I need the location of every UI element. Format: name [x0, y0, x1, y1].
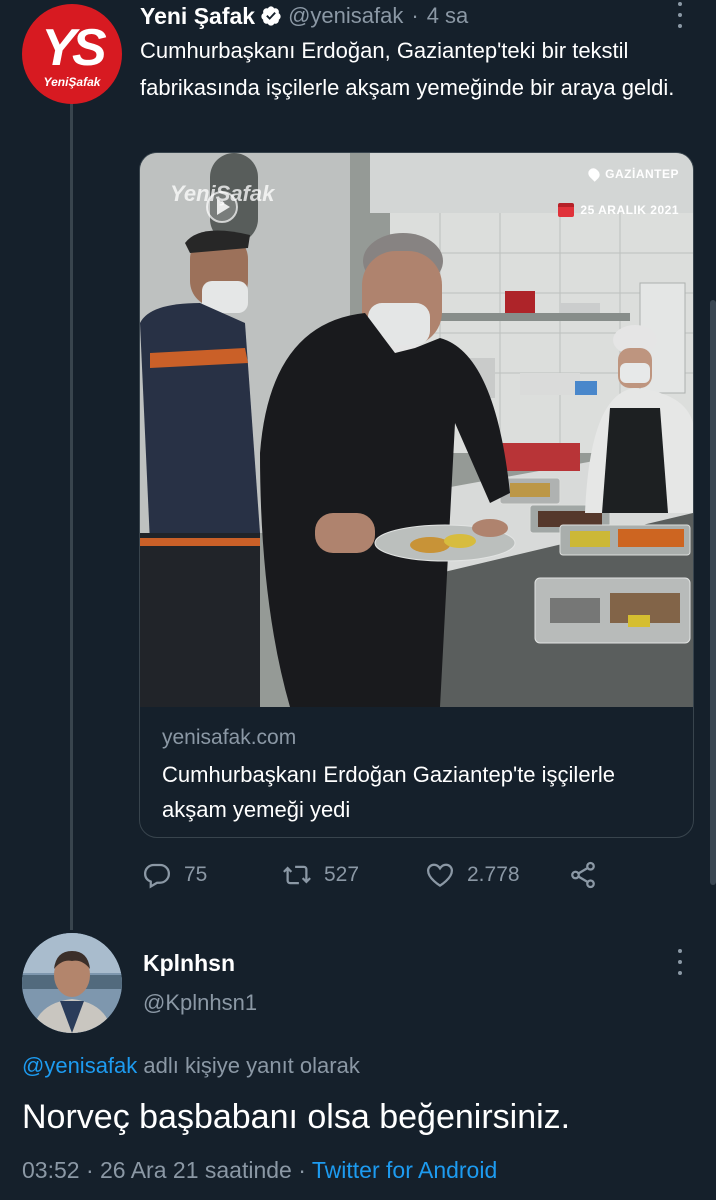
avatar-photo [22, 933, 122, 1033]
reply-button[interactable]: 75 [142, 858, 207, 892]
link-card[interactable]: YeniŞafak GAZİANTEP 25 ARALIK 2021 yenis… [139, 152, 694, 838]
share-button[interactable] [568, 858, 598, 892]
replying-to: @yenisafak adlı kişiye yanıt olarak [22, 1053, 360, 1079]
share-icon [571, 861, 595, 889]
date-badge: 25 ARALIK 2021 [558, 203, 679, 217]
avatar-logo-text: YS [41, 19, 106, 77]
card-domain: yenisafak.com [162, 726, 297, 749]
verified-badge-icon [261, 6, 281, 26]
reply-meta: 03:52 · 26 Ara 21 saatinde · Twitter for… [22, 1157, 497, 1184]
tweet-text: Cumhurbaşkanı Erdoğan, Gaziantep'teki bi… [140, 38, 675, 100]
calendar-icon [558, 203, 575, 217]
retweet-count: 527 [324, 863, 360, 886]
heart-icon [426, 863, 454, 887]
reply-time[interactable]: 03:52 [22, 1157, 80, 1183]
video-scene-illustration [140, 153, 693, 707]
tweet-time[interactable]: 4 sa [427, 3, 469, 29]
avatar-logo-subtext: YeniŞafak [43, 75, 101, 89]
tweet-header: Yeni Şafak @yenisafak · 4 sa [140, 2, 468, 30]
card-video-thumbnail[interactable]: YeniŞafak GAZİANTEP 25 ARALIK 2021 [140, 153, 693, 707]
avatar[interactable]: YS YeniŞafak [22, 4, 122, 104]
client-link[interactable]: Twitter for Android [312, 1157, 497, 1183]
meta-separator-2: · [298, 1157, 306, 1183]
reply-count: 75 [184, 863, 208, 886]
thread-connector-line [70, 100, 73, 930]
reply-author-handle[interactable]: @Kplnhsn1 [143, 990, 257, 1016]
location-pin-icon [586, 166, 602, 182]
tweet-actions: 75 527 2.778 [140, 858, 620, 892]
reply-more-options-icon[interactable] [676, 949, 684, 975]
reply-date[interactable]: 26 Ara 21 saatinde [100, 1157, 292, 1183]
reply-author-name[interactable]: Kplnhsn [143, 950, 235, 977]
location-badge: GAZİANTEP [586, 166, 679, 182]
reply-prefix-text: adlı kişiye yanıt olarak [137, 1053, 360, 1078]
scrollbar[interactable] [710, 300, 716, 885]
retweet-button[interactable]: 527 [282, 858, 359, 892]
reply-text: Norveç başbabanı olsa beğenirsiniz. [22, 1098, 571, 1136]
reply-icon [143, 863, 171, 889]
meta-separator: · [85, 1157, 94, 1183]
date-badge-text: 25 ARALIK 2021 [580, 203, 679, 217]
reply-mention-link[interactable]: @yenisafak [22, 1053, 137, 1078]
author-handle[interactable]: @yenisafak [288, 3, 403, 29]
more-options-icon[interactable] [676, 2, 684, 28]
card-title: Cumhurbaşkanı Erdoğan Gaziantep'te işçil… [162, 762, 615, 822]
separator-dot: · [411, 3, 419, 28]
reply-author-avatar[interactable] [22, 933, 122, 1033]
video-watermark: YeniŞafak [170, 181, 275, 206]
author-name[interactable]: Yeni Şafak [140, 3, 255, 30]
like-count: 2.778 [467, 863, 520, 886]
like-button[interactable]: 2.778 [425, 858, 520, 892]
retweet-icon [283, 865, 311, 885]
location-badge-text: GAZİANTEP [605, 167, 679, 181]
